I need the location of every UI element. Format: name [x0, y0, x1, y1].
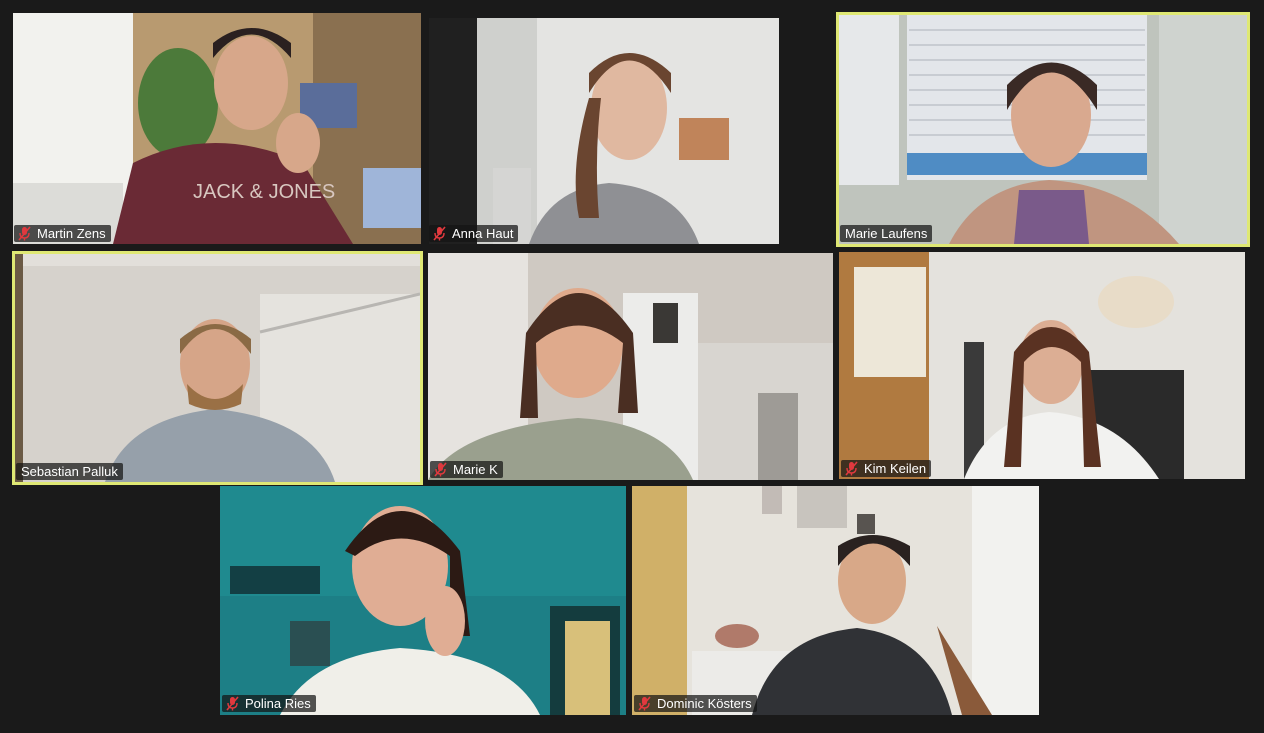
video-tile-dominic-koesters[interactable] [632, 486, 1039, 715]
participant-name: Sebastian Palluk [21, 464, 118, 479]
participant-video [632, 486, 1039, 715]
microphone-muted-icon [18, 226, 31, 241]
participant-nametag: Marie K [430, 461, 503, 478]
video-tile-marie-k[interactable] [428, 253, 833, 480]
participant-nametag: Anna Haut [429, 225, 519, 242]
microphone-muted-icon [433, 226, 446, 241]
participant-nametag: Polina Ries [222, 695, 316, 712]
participant-video [429, 18, 779, 244]
video-gallery: JACK & JONES [0, 0, 1264, 733]
participant-nametag: Kim Keilen [841, 460, 932, 477]
video-tile-polina-ries[interactable] [220, 486, 626, 715]
video-tile-kim-keilen[interactable] [839, 252, 1245, 479]
participant-video: JACK & JONES [13, 13, 421, 244]
participant-name: Martin Zens [37, 226, 106, 241]
participant-nametag: Martin Zens [14, 225, 111, 242]
participant-video [220, 486, 626, 715]
participant-name: Anna Haut [452, 226, 514, 241]
participant-nametag: Marie Laufens [840, 225, 933, 242]
microphone-muted-icon [845, 461, 858, 476]
participant-video [15, 254, 420, 482]
video-tile-sebastian-palluk[interactable] [12, 251, 423, 485]
microphone-muted-icon [226, 696, 239, 711]
video-tile-martin-zens[interactable]: JACK & JONES [13, 13, 421, 244]
participant-nametag: Dominic Kösters [634, 695, 757, 712]
participant-name: Kim Keilen [864, 461, 927, 476]
participant-name: Dominic Kösters [657, 696, 752, 711]
participant-name: Polina Ries [245, 696, 311, 711]
participant-video [428, 253, 833, 480]
participant-video [839, 15, 1247, 244]
microphone-muted-icon [638, 696, 651, 711]
video-tile-anna-haut[interactable] [429, 18, 779, 244]
participant-video [839, 252, 1245, 479]
svg-text:JACK & JONES: JACK & JONES [193, 181, 335, 203]
participant-nametag: Sebastian Palluk [16, 463, 123, 480]
participant-name: Marie Laufens [845, 226, 928, 241]
microphone-muted-icon [434, 462, 447, 477]
participant-name: Marie K [453, 462, 498, 477]
video-tile-marie-laufens[interactable] [836, 12, 1250, 247]
